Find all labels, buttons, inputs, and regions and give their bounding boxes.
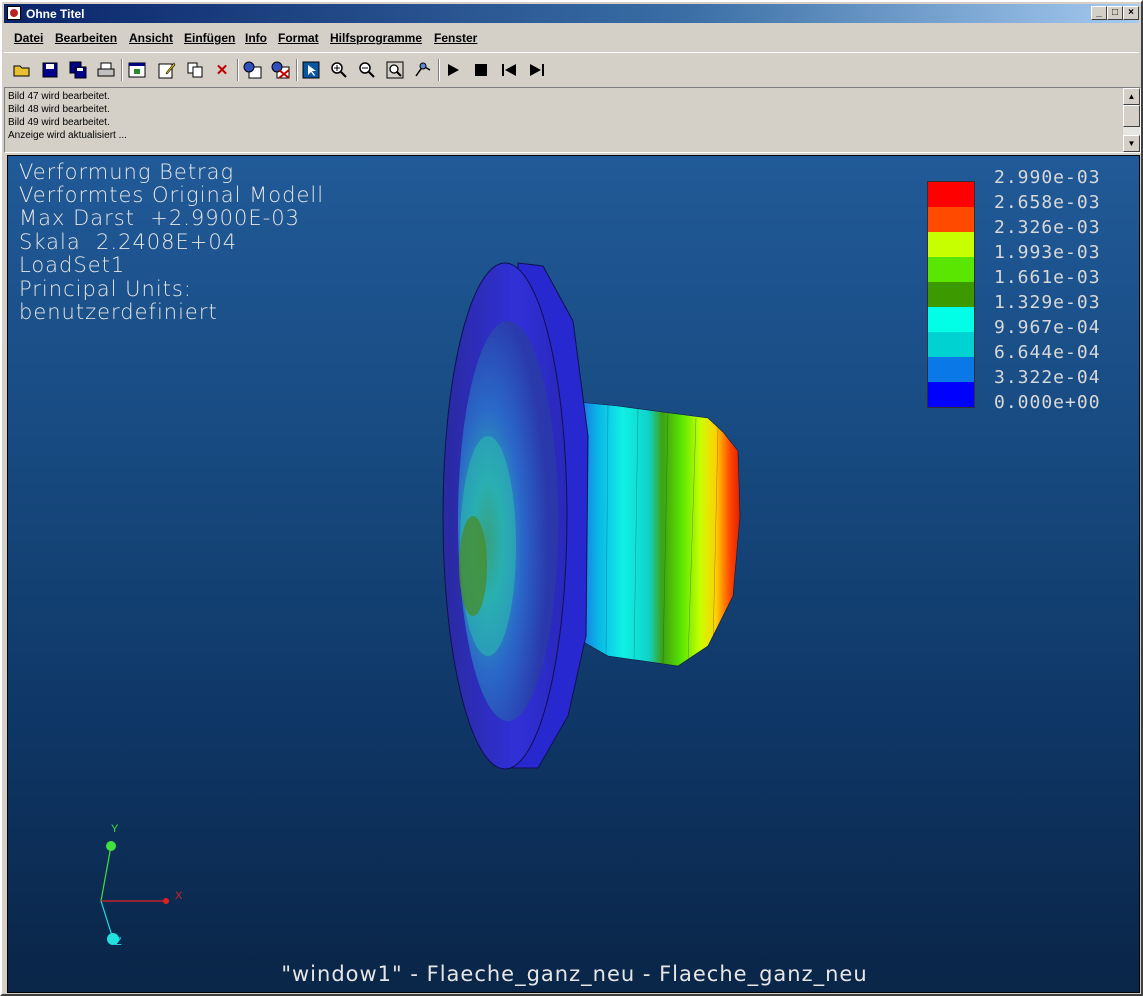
axis-label-x: X xyxy=(175,890,183,902)
legend-swatch xyxy=(928,207,974,232)
toolbar-separator xyxy=(237,59,239,81)
window-title: Ohne Titel xyxy=(26,7,85,21)
axis-triad xyxy=(100,841,169,945)
legend-swatch xyxy=(928,232,974,257)
close-button[interactable]: × xyxy=(1123,6,1139,20)
edit-icon[interactable] xyxy=(156,59,178,81)
scroll-up-button[interactable]: ▲ xyxy=(1123,88,1140,105)
minimize-button[interactable]: _ xyxy=(1091,6,1107,20)
legend-swatch xyxy=(928,332,974,357)
toolbar-separator xyxy=(296,59,298,81)
legend-value: 1.993e-03 xyxy=(994,242,1101,263)
spin-icon[interactable] xyxy=(412,59,434,81)
legend-value: 2.326e-03 xyxy=(994,217,1101,238)
select-icon[interactable] xyxy=(300,59,322,81)
print-icon[interactable] xyxy=(95,59,117,81)
message-line: Bild 48 wird bearbeitet. xyxy=(8,104,110,115)
view-off-icon[interactable] xyxy=(270,59,292,81)
menu-ansicht[interactable]: Ansicht xyxy=(129,31,173,45)
graphics-viewport[interactable]: Verformung Betrag Verformtes Original Mo… xyxy=(7,155,1140,993)
first-frame-icon[interactable] xyxy=(498,59,520,81)
zoom-out-icon[interactable] xyxy=(356,59,378,81)
menu-einfuegen[interactable]: Einfügen xyxy=(184,31,235,45)
application-window: Ohne Titel _ □ × Datei Bearbeiten Ansich… xyxy=(0,0,1143,996)
message-scrollbar[interactable]: ▲ ▼ xyxy=(1123,88,1140,152)
save-icon[interactable] xyxy=(39,59,61,81)
axis-label-z: Z xyxy=(115,936,122,948)
toolbar: ✕ xyxy=(4,52,1139,88)
axis-label-y: Y xyxy=(111,823,119,835)
menu-bar: Datei Bearbeiten Ansicht Einfügen Info F… xyxy=(4,27,1139,49)
legend-swatch xyxy=(928,382,974,407)
legend-value: 0.000e+00 xyxy=(994,392,1101,413)
legend-value: 2.990e-03 xyxy=(994,167,1101,188)
app-icon[interactable] xyxy=(7,6,21,20)
legend-swatch xyxy=(928,257,974,282)
window-properties-icon[interactable] xyxy=(126,59,148,81)
message-line: Anzeige wird aktualisiert ... xyxy=(8,130,127,141)
view-icon[interactable] xyxy=(242,59,264,81)
menu-fenster[interactable]: Fenster xyxy=(434,31,477,45)
legend-swatch xyxy=(928,182,974,207)
legend-swatch xyxy=(928,307,974,332)
last-frame-icon[interactable] xyxy=(526,59,548,81)
legend-value: 9.967e-04 xyxy=(994,317,1101,338)
menu-format[interactable]: Format xyxy=(278,31,319,45)
save-all-icon[interactable] xyxy=(67,59,89,81)
menu-hilfsprogramme[interactable]: Hilfsprogramme xyxy=(330,31,422,45)
color-legend xyxy=(927,181,975,408)
legend-swatch xyxy=(928,357,974,382)
viewport-footer: "window1" - Flaeche_ganz_neu - Flaeche_g… xyxy=(281,962,868,986)
menu-bearbeiten[interactable]: Bearbeiten xyxy=(55,31,117,45)
toolbar-separator xyxy=(121,59,123,81)
open-folder-icon[interactable] xyxy=(11,59,33,81)
zoom-in-icon[interactable] xyxy=(328,59,350,81)
stop-icon[interactable] xyxy=(470,59,492,81)
message-line: Bild 47 wird bearbeitet. xyxy=(8,91,110,102)
legend-value: 1.661e-03 xyxy=(994,267,1101,288)
menu-info[interactable]: Info xyxy=(245,31,267,45)
delete-icon[interactable]: ✕ xyxy=(211,59,233,81)
legend-swatch xyxy=(928,282,974,307)
legend-value: 2.658e-03 xyxy=(994,192,1101,213)
toolbar-separator xyxy=(438,59,440,81)
title-bar[interactable]: Ohne Titel _ □ × xyxy=(4,4,1139,23)
legend-value: 1.329e-03 xyxy=(994,292,1101,313)
scroll-thumb[interactable] xyxy=(1123,105,1140,127)
scroll-down-button[interactable]: ▼ xyxy=(1123,135,1140,152)
message-log[interactable]: Bild 47 wird bearbeitet. Bild 48 wird be… xyxy=(4,87,1141,153)
legend-value: 3.322e-04 xyxy=(994,367,1101,388)
maximize-button[interactable]: □ xyxy=(1107,6,1123,20)
message-line: Bild 49 wird bearbeitet. xyxy=(8,117,110,128)
zoom-fit-icon[interactable] xyxy=(384,59,406,81)
copy-icon[interactable] xyxy=(184,59,206,81)
legend-value: 6.644e-04 xyxy=(994,342,1101,363)
play-icon[interactable] xyxy=(442,59,464,81)
menu-datei[interactable]: Datei xyxy=(14,31,43,45)
